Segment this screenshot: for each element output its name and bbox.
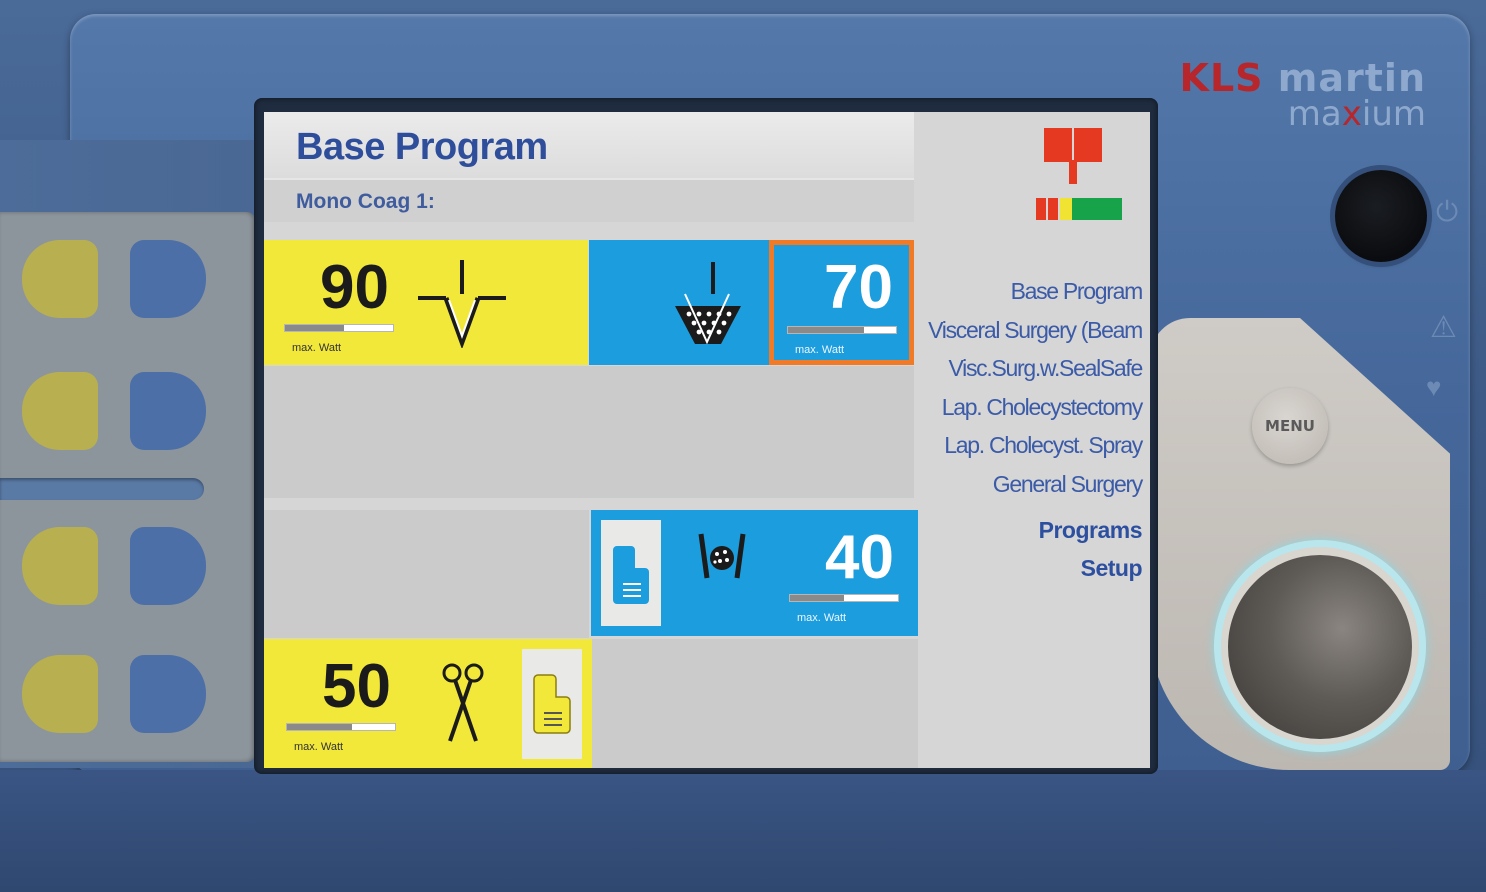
cut-key-2[interactable] <box>22 372 98 450</box>
bipolar-power-bar <box>789 594 899 602</box>
warning-icon: ⚠ <box>1430 311 1457 344</box>
bipolar-power-bar-fill <box>790 595 844 601</box>
touch-screen: Base Program Mono Coag 1: 90 max. Watt 7… <box>264 112 1150 768</box>
neutral-electrode-icon <box>1036 128 1122 220</box>
program-item-5[interactable]: General Surgery <box>928 465 1144 504</box>
scissors-power-tile[interactable]: 50 max. Watt <box>264 639 592 768</box>
program-item-1[interactable]: Visceral Surgery (Beam <box>928 311 1143 350</box>
bipolar-forceps-icon <box>698 533 746 579</box>
subtitle-bar: Mono Coag 1: <box>264 178 914 222</box>
menu-button[interactable]: MENU <box>1252 388 1328 464</box>
soft-coag-icon <box>675 262 741 345</box>
rotary-knob[interactable] <box>1228 555 1412 739</box>
mode-subtitle: Mono Coag 1: <box>296 190 435 213</box>
scissors-power-value: 50 <box>322 652 391 721</box>
program-item-3[interactable]: Lap. Cholecystectomy <box>928 388 1144 427</box>
status-panel <box>914 112 1150 222</box>
cut-key-1[interactable] <box>22 240 98 318</box>
menu-spacer <box>928 503 1142 511</box>
coag-key-4[interactable] <box>130 655 206 733</box>
empty-slot-1 <box>264 366 914 498</box>
heart-monitor-icon: ♥ <box>1426 372 1442 402</box>
bipolar-max-label: max. Watt <box>797 612 847 624</box>
cut-waveform-icon <box>418 260 506 348</box>
scissors-power-bar <box>286 723 396 731</box>
brand-model: maxium <box>1287 94 1426 134</box>
bipolar-power-value: 40 <box>825 523 894 592</box>
panel-slot <box>0 478 204 500</box>
coag-key-3[interactable] <box>130 527 206 605</box>
brand-logo: KLS martin maxium <box>1180 56 1426 134</box>
cut-power-bar <box>284 324 394 332</box>
device-bottom-band <box>0 770 1486 892</box>
page-title: Base Program <box>296 126 548 168</box>
program-item-0[interactable]: Base Program <box>928 272 1144 311</box>
cut-power-tile[interactable]: 90 max. Watt <box>264 240 588 365</box>
cut-power-bar-fill <box>285 325 345 331</box>
scissors-max-label: max. Watt <box>294 741 344 753</box>
power-button[interactable] <box>1335 170 1427 262</box>
cut-power-value: 90 <box>320 253 389 322</box>
bipolar-pedal-box <box>601 520 661 626</box>
coag-key-2[interactable] <box>130 372 206 450</box>
power-symbol-icon: ⏻ <box>1436 196 1459 227</box>
cut-key-3[interactable] <box>22 527 98 605</box>
cut-max-label: max. Watt <box>292 342 342 354</box>
footswitch-icon <box>613 546 649 604</box>
program-menu: Base Program Visceral Surgery (Beam Visc… <box>928 272 1144 587</box>
scissors-pedal-box <box>522 649 582 759</box>
coag-key-1[interactable] <box>130 240 206 318</box>
empty-slot-3 <box>592 639 918 768</box>
cut-key-4[interactable] <box>22 655 98 733</box>
bipolar-power-tile[interactable]: 40 max. Watt <box>591 510 918 636</box>
footswitch-icon <box>533 674 571 734</box>
program-item-2[interactable]: Visc.Surg.w.SealSafe <box>928 349 1144 388</box>
empty-slot-2 <box>264 510 589 638</box>
programs-link[interactable]: Programs <box>928 511 1143 549</box>
title-bar: Base Program <box>264 112 914 178</box>
scissors-icon <box>442 663 484 742</box>
setup-link[interactable]: Setup <box>928 549 1143 587</box>
selected-highlight <box>769 240 914 365</box>
program-item-4[interactable]: Lap. Cholecyst. Spray <box>928 426 1143 465</box>
scissors-power-bar-fill <box>287 724 352 730</box>
